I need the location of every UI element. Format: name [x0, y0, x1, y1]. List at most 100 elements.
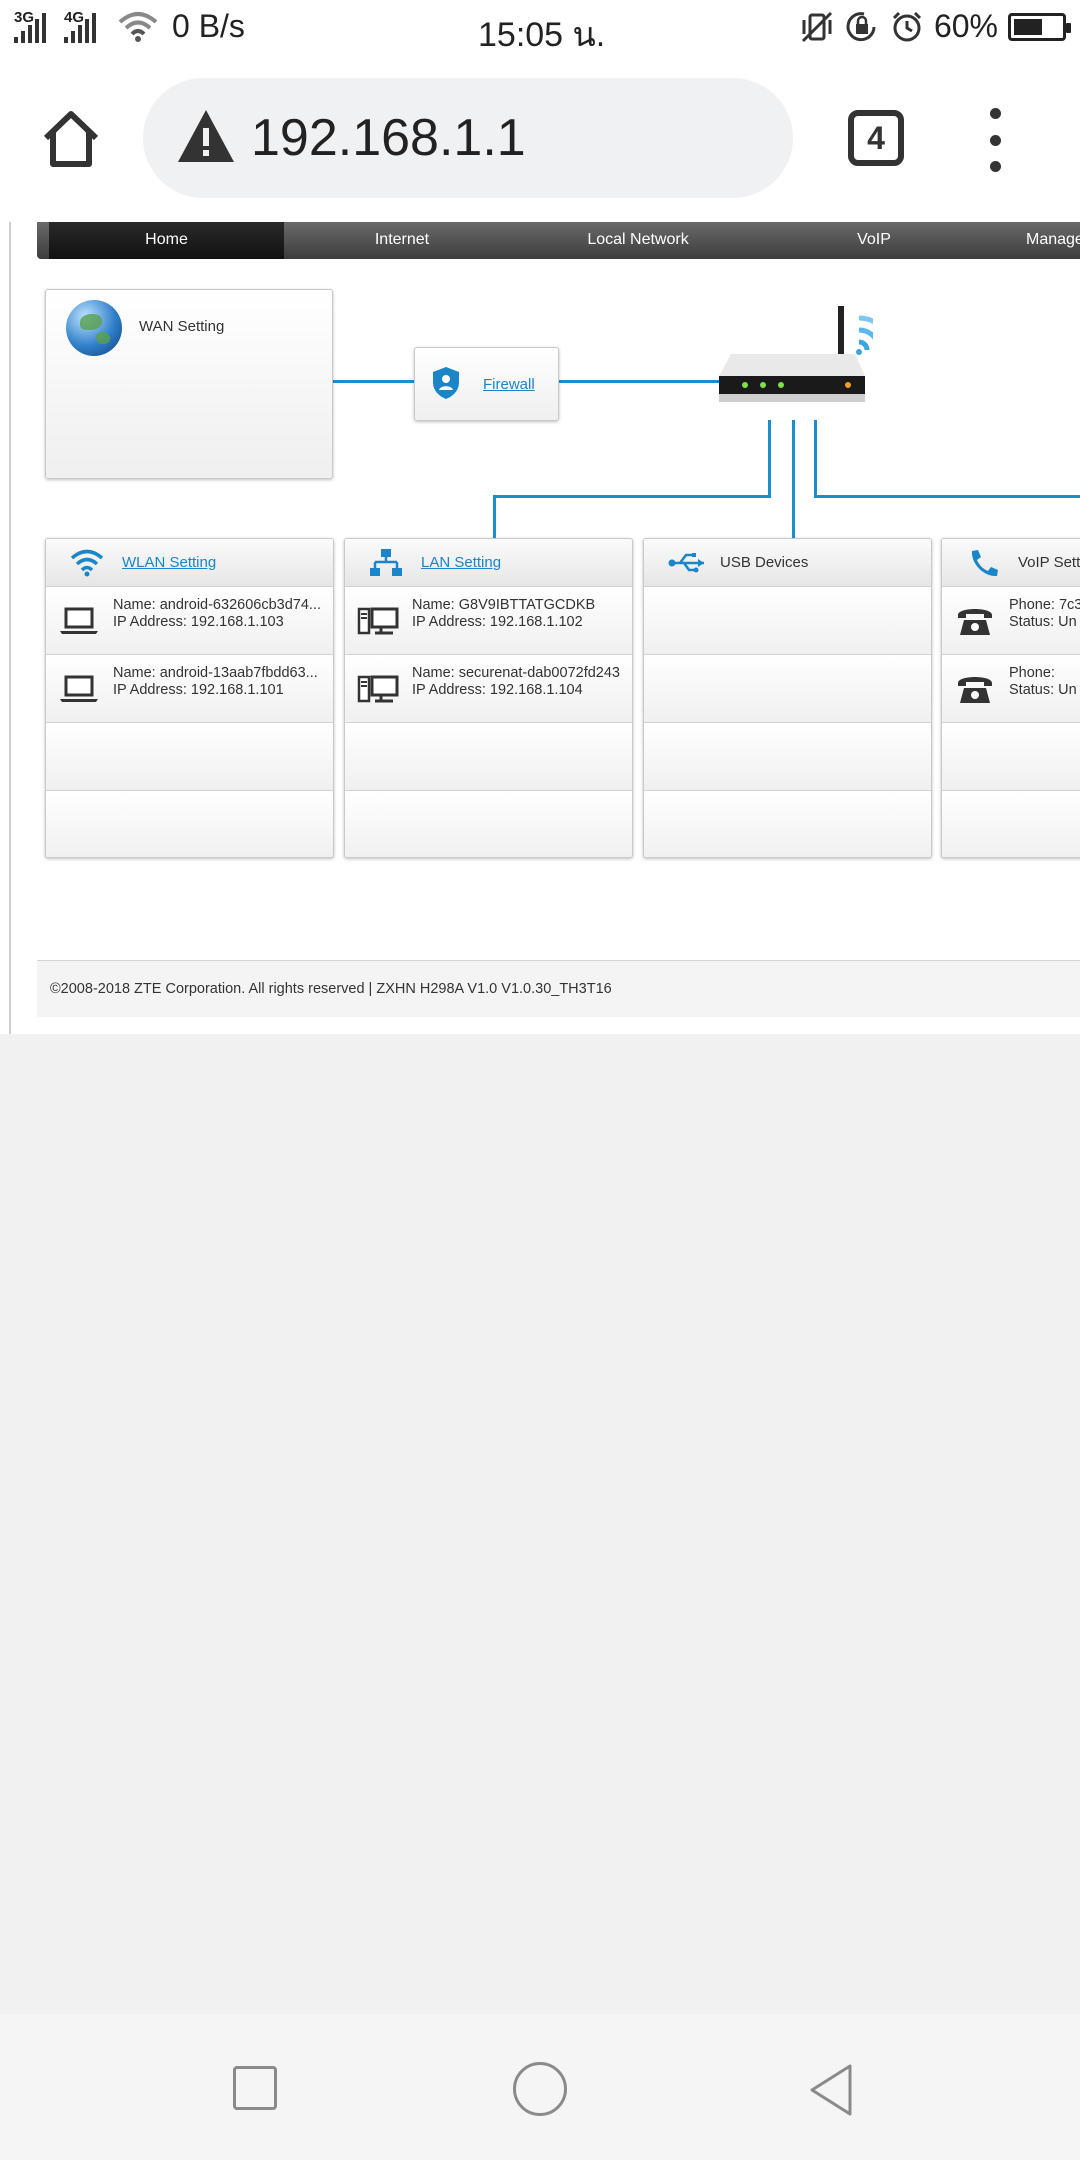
network-4g-label: 4G	[64, 8, 85, 26]
laptop-icon	[60, 675, 98, 702]
device-info: Name: G8V9IBTTATGCDKB IP Address: 192.16…	[412, 597, 595, 631]
wifi-icon	[70, 549, 104, 577]
copyright-text: ©2008-2018 ZTE Corporation. All rights r…	[50, 981, 612, 997]
phone-status: Status: Un	[1009, 614, 1077, 630]
wlan-card-header: WLAN Setting	[46, 539, 333, 587]
list-item[interactable]: Name: G8V9IBTTATGCDKB IP Address: 192.16…	[345, 587, 632, 655]
nav-home[interactable]: Home	[49, 222, 284, 259]
nav-internet[interactable]: Internet	[284, 222, 520, 259]
nav-voip[interactable]: VoIP	[756, 222, 992, 259]
router-web-page: Home Internet Local Network VoIP Manage …	[0, 222, 1080, 1034]
list-item[interactable]: Name: android-632606cb3d74... IP Address…	[46, 587, 333, 655]
wlan-card: WLAN Setting Name: android-632606cb3d74.…	[45, 538, 334, 858]
home-button[interactable]	[513, 2062, 567, 2116]
wan-setting-label: WAN Setting	[139, 318, 225, 335]
list-item[interactable]: Phone: Status: Un	[942, 655, 1080, 723]
connector-line	[493, 495, 771, 498]
empty-row	[46, 791, 333, 857]
data-speed: 0 B/s	[172, 8, 245, 44]
phone-info: Phone: 7c3 Status: Un	[1009, 597, 1080, 631]
firewall-box[interactable]: Firewall	[414, 347, 559, 421]
tab-switcher-button[interactable]: 4	[848, 110, 904, 166]
battery-percent: 60%	[933, 8, 998, 44]
router-icon	[719, 306, 873, 402]
lan-card: LAN Setting Name: G8V9IBTTATGCDKB IP Add…	[344, 538, 633, 858]
nav-manage[interactable]: Manage	[992, 222, 1080, 259]
desktop-computer-icon	[357, 607, 399, 635]
not-secure-warning-icon[interactable]	[176, 108, 236, 164]
screen-lock-rotation-icon	[846, 11, 876, 41]
usb-card: USB Devices	[643, 538, 932, 858]
clock: 15:05 น.	[478, 16, 606, 54]
usb-devices-title: USB Devices	[720, 554, 809, 571]
empty-row	[644, 791, 931, 857]
device-ip: IP Address: 192.168.1.103	[113, 614, 284, 630]
empty-row	[942, 791, 1080, 857]
network-icon	[370, 549, 402, 576]
page-border	[9, 222, 11, 1034]
connector-line	[333, 380, 415, 383]
voip-card-header: VoIP Sett	[942, 539, 1080, 587]
page-footer: ©2008-2018 ZTE Corporation. All rights r…	[37, 960, 1080, 1017]
empty-row	[644, 723, 931, 791]
connector-line	[792, 420, 795, 538]
signal-3g-icon: 3G	[14, 8, 54, 43]
voip-card: VoIP Sett Phone: 7c3 Status: Un Phone: S…	[941, 538, 1080, 858]
recent-apps-button[interactable]	[233, 2066, 277, 2110]
device-ip: IP Address: 192.168.1.104	[412, 682, 583, 698]
device-info: Name: android-13aab7fbdd63... IP Address…	[113, 665, 318, 699]
overflow-menu-icon[interactable]	[985, 108, 1005, 172]
laptop-icon	[60, 607, 98, 634]
phone-number: Phone:	[1009, 665, 1055, 681]
device-info: Name: securenat-dab0072fd243 IP Address:…	[412, 665, 620, 699]
device-info: Name: android-632606cb3d74... IP Address…	[113, 597, 321, 631]
desktop-computer-icon	[357, 675, 399, 703]
wifi-icon	[118, 11, 158, 42]
signal-4g-icon: 4G	[64, 8, 106, 43]
home-icon[interactable]	[40, 108, 102, 170]
telephone-icon	[958, 609, 992, 635]
phone-status: Status: Un	[1009, 682, 1077, 698]
list-item[interactable]: Name: android-13aab7fbdd63... IP Address…	[46, 655, 333, 723]
system-navigation-bar	[0, 2014, 1080, 2160]
phone-number: Phone: 7c3	[1009, 597, 1080, 613]
phone-icon	[971, 550, 998, 577]
voip-setting-title[interactable]: VoIP Sett	[1018, 554, 1080, 571]
back-icon[interactable]	[806, 2062, 856, 2118]
empty-row	[644, 587, 931, 655]
usb-card-header: USB Devices	[644, 539, 931, 587]
empty-row	[345, 723, 632, 791]
device-name: Name: securenat-dab0072fd243	[412, 665, 620, 681]
wlan-setting-link[interactable]: WLAN Setting	[122, 554, 216, 571]
main-nav: Home Internet Local Network VoIP Manage	[37, 222, 1080, 259]
connector-line	[768, 420, 771, 496]
usb-icon	[668, 553, 704, 573]
status-right: 60%	[800, 8, 1071, 45]
device-ip: IP Address: 192.168.1.102	[412, 614, 583, 630]
empty-row	[942, 723, 1080, 791]
network-3g-label: 3G	[14, 8, 35, 26]
connector-line	[814, 420, 817, 496]
status-left: 3G 4G 0 B/s	[14, 8, 245, 45]
device-name: Name: android-632606cb3d74...	[113, 597, 321, 613]
address-bar[interactable]: 192.168.1.1	[143, 78, 793, 198]
firewall-link[interactable]: Firewall	[483, 376, 535, 393]
url-text[interactable]: 192.168.1.1	[251, 108, 526, 168]
wan-setting-box[interactable]: WAN Setting	[45, 289, 333, 479]
connector-line	[814, 495, 1080, 498]
vibrate-icon	[801, 11, 833, 42]
list-item[interactable]: Name: securenat-dab0072fd243 IP Address:…	[345, 655, 632, 723]
empty-row	[46, 723, 333, 791]
battery-icon	[1008, 12, 1071, 41]
connector-line	[559, 380, 719, 383]
device-ip: IP Address: 192.168.1.101	[113, 682, 284, 698]
alarm-icon	[892, 11, 922, 41]
empty-row	[644, 655, 931, 723]
nav-local-network[interactable]: Local Network	[520, 222, 756, 259]
globe-icon	[66, 300, 122, 356]
list-item[interactable]: Phone: 7c3 Status: Un	[942, 587, 1080, 655]
lan-setting-link[interactable]: LAN Setting	[421, 554, 501, 571]
connector-line	[493, 495, 496, 538]
empty-row	[345, 791, 632, 857]
shield-icon	[433, 367, 459, 399]
